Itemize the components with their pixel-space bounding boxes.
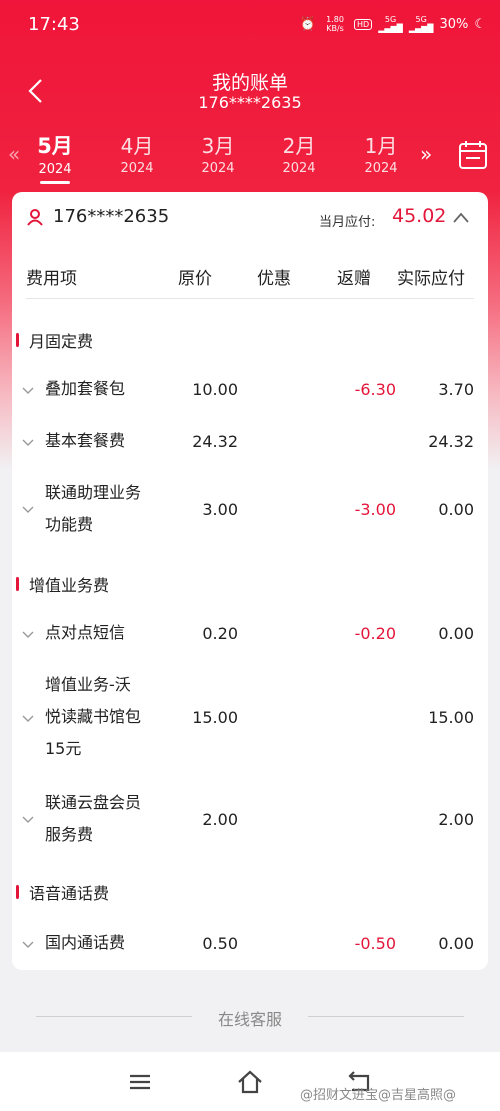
fee-item-7[interactable]: 国内通话费 0.50 -0.50 0.00 — [12, 926, 488, 962]
home-icon[interactable] — [236, 1068, 264, 1096]
alarm-icon: ⏰ — [299, 16, 317, 32]
page-title: 我的账单 — [211, 72, 288, 94]
fee-original: 15.00 — [192, 708, 238, 727]
section-fixed-fees: 月固定费 — [16, 328, 93, 352]
due-amount: 45.02 — [392, 205, 447, 227]
fee-rebate: -3.00 — [354, 500, 396, 519]
fee-name: 基本套餐费 — [45, 431, 126, 450]
signal-icon-1: 5G ▂▄▆█ — [378, 15, 403, 33]
chevron-down-icon — [22, 816, 34, 823]
next-months-icon[interactable]: » — [420, 142, 432, 166]
fee-actual: 3.70 — [438, 380, 474, 399]
bill-card: 176****2635 当月应付: 45.02 费用项 原价 优惠 返赠 实际应… — [12, 192, 488, 970]
fee-original: 3.00 — [202, 500, 238, 519]
fee-name-line-2: 悦读藏书馆包 — [45, 707, 142, 726]
fee-name-line-2: 服务费 — [45, 825, 94, 844]
month-tab-3[interactable]: 3月 2024 — [183, 130, 253, 176]
calendar-icon — [459, 141, 487, 169]
month-tab-4[interactable]: 2月 2024 — [264, 130, 334, 176]
status-bar: 17:43 ⏰ 1.80 KB/s HD 5G ▂▄▆█ 5G ▂▄▆█ 30% ☾ — [0, 0, 500, 52]
fee-actual: 0.00 — [438, 500, 474, 519]
prev-months-icon[interactable]: « — [8, 142, 20, 166]
chevron-down-icon — [22, 631, 34, 638]
section-title: 增值业务费 — [29, 576, 110, 595]
user-icon — [27, 209, 43, 226]
account-row: 176****2635 当月应付: 45.02 — [12, 192, 488, 244]
signal-icon-2: 5G ▂▄▆█ — [408, 15, 434, 33]
section-title: 月固定费 — [29, 332, 94, 351]
fee-name: 叠加套餐包 — [45, 379, 126, 398]
fee-name-line-1: 联通助理业务 — [45, 483, 142, 502]
fee-actual: 15.00 — [428, 708, 474, 727]
fee-original: 0.20 — [202, 624, 238, 643]
month-selector: « 5月 2024 4月 2024 3月 2024 2月 2024 1月 202… — [0, 128, 500, 186]
fee-name-line-2: 功能费 — [45, 515, 94, 534]
chevron-down-icon — [22, 506, 34, 513]
menu-icon[interactable] — [126, 1068, 154, 1096]
fee-item-1[interactable]: 叠加套餐包 10.00 -6.30 3.70 — [12, 372, 488, 408]
fee-name: 点对点短信 — [45, 623, 126, 642]
fee-actual: 2.00 — [438, 810, 474, 829]
chevron-down-icon — [22, 439, 34, 446]
fee-original: 2.00 — [202, 810, 238, 829]
fee-item-5[interactable]: 增值业务-沃 悦读藏书馆包 15元 15.00 15.00 — [12, 668, 488, 768]
section-voice: 语音通话费 — [16, 880, 109, 904]
fee-item-6[interactable]: 联通云盘会员 服务费 2.00 2.00 — [12, 786, 488, 852]
fee-original: 0.50 — [202, 934, 238, 953]
month-tab-2[interactable]: 4月 2024 — [102, 130, 172, 176]
online-service-link[interactable]: 在线客服 — [0, 1006, 500, 1030]
calendar-button[interactable] — [456, 138, 490, 172]
column-header-discount: 优惠 — [257, 269, 291, 289]
section-marker — [16, 333, 19, 347]
fee-rebate: -0.20 — [354, 624, 396, 643]
due-label: 当月应付: — [319, 215, 376, 230]
chevron-down-icon — [22, 941, 34, 948]
chevron-up-icon[interactable] — [452, 209, 470, 227]
fee-item-2[interactable]: 基本套餐费 24.32 24.32 — [12, 424, 488, 460]
section-title: 语音通话费 — [29, 884, 110, 903]
fee-name: 国内通话费 — [45, 933, 126, 952]
header-divider — [26, 298, 474, 299]
fee-item-4[interactable]: 点对点短信 0.20 -0.20 0.00 — [12, 616, 488, 652]
fee-name-line-3: 15元 — [45, 739, 82, 758]
chevron-down-icon — [22, 715, 34, 722]
fee-name-line-1: 增值业务-沃 — [45, 675, 131, 694]
watermark: @招财文进宝@吉星高照@ — [300, 1088, 457, 1103]
battery-level: 30% — [439, 16, 469, 32]
fee-actual: 0.00 — [438, 934, 474, 953]
online-service-label: 在线客服 — [195, 1010, 304, 1029]
month-tab-5[interactable]: 1月 2024 — [346, 130, 416, 176]
fee-item-3[interactable]: 联通助理业务 功能费 3.00 -3.00 0.00 — [12, 476, 488, 542]
fee-original: 10.00 — [192, 380, 238, 399]
hd-badge: HD — [354, 18, 373, 30]
column-header-rebate: 返赠 — [337, 269, 371, 289]
month-tab-1[interactable]: 5月 2024 — [20, 130, 90, 184]
column-header-actual: 实际应付 — [397, 269, 465, 289]
column-header-item: 费用项 — [26, 269, 77, 289]
section-value-added: 增值业务费 — [16, 572, 109, 596]
fee-original: 24.32 — [192, 432, 238, 451]
section-marker — [16, 885, 19, 899]
chevron-down-icon — [22, 387, 34, 394]
status-time: 17:43 — [28, 14, 80, 35]
page-header: 我的账单 176****2635 — [0, 60, 500, 120]
fee-rebate: -6.30 — [354, 380, 396, 399]
net-speed: 1.80 KB/s — [326, 15, 344, 33]
section-marker — [16, 577, 19, 591]
page-subtitle: 176****2635 — [198, 93, 302, 112]
moon-icon: ☾ — [474, 16, 486, 32]
status-icons: ⏰ 1.80 KB/s HD 5G ▂▄▆█ 5G ▂▄▆█ 30% ☾ — [300, 15, 486, 33]
fee-rebate: -0.50 — [354, 934, 396, 953]
column-header-original: 原价 — [178, 269, 212, 289]
fee-actual: 0.00 — [438, 624, 474, 643]
account-number: 176****2635 — [53, 206, 170, 227]
fee-actual: 24.32 — [428, 432, 474, 451]
fee-name-line-1: 联通云盘会员 — [45, 793, 142, 812]
